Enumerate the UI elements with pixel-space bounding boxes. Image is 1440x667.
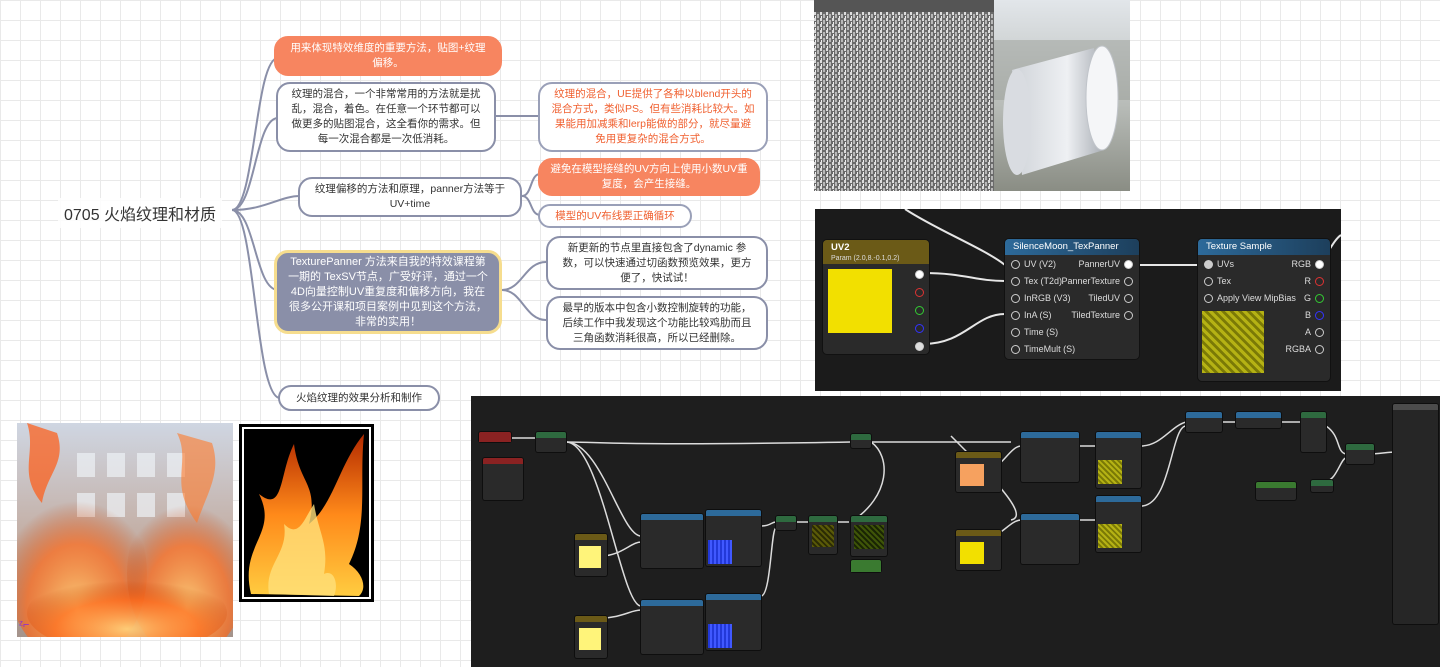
- ue-mini-node-material-output: [1393, 404, 1438, 624]
- ue-pin-tiledtexture: TiledTexture: [1071, 310, 1120, 320]
- ue-mini-node-param-d: [956, 530, 1001, 570]
- ue-node-texture-sample-title: Texture Sample: [1198, 239, 1330, 255]
- ue-mini-node-panner-a: [641, 514, 703, 568]
- ue-pin-pannerUV: PannerUV: [1078, 259, 1120, 269]
- ue-pin-uvs: UVs: [1217, 259, 1235, 269]
- ue-mini-node-add: [776, 516, 796, 530]
- mindmap-child-dynamic-params[interactable]: 新更新的节点里直接包含了dynamic 参数，可以快速通过切函数预览效果，更方便…: [546, 236, 768, 290]
- ue-pin-tex2: Tex: [1217, 276, 1232, 286]
- ue-mini-node-clamp: [1346, 444, 1374, 464]
- ue-mini-node-power: [1301, 412, 1326, 452]
- ue-mini-node-multiply: [809, 516, 837, 554]
- ue-mini-node-texcoord: [479, 432, 511, 442]
- ue-node-uv2-swatch: [828, 269, 892, 333]
- mindmap-child-avoid-seams[interactable]: 避免在模型接缝的UV方向上使用小数UV重复度，会产生接缝。: [538, 158, 760, 196]
- ue-mini-node-texsample-c: [1096, 432, 1141, 488]
- ue-pin-tex: Tex (T2d): [1024, 276, 1063, 286]
- ue-pin-rgba: RGBA: [1285, 344, 1311, 354]
- ue-mini-node-texsample-b: [706, 594, 761, 650]
- mindmap-child-blend-modes[interactable]: 纹理的混合，UE提供了各种以blend开头的混合方式，类似PS。但有些消耗比较大…: [538, 82, 768, 152]
- ue-mini-node-dynamic-param: [483, 458, 523, 500]
- ue-pin-timemult: TimeMult (S): [1024, 344, 1076, 354]
- ue-mini-node-panner-d: [1021, 514, 1079, 564]
- ue-node-uv2-param[interactable]: UV2 Param (2.0,8.-0.1,0.2): [823, 240, 929, 354]
- ue-mini-node-panner-b: [641, 600, 703, 654]
- fire-texture-image: [239, 424, 374, 602]
- ue-pin-b: B: [1304, 310, 1311, 320]
- mindmap-child-rotation-removed[interactable]: 最早的版本中包含小数控制旋转的功能，后续工作中我发现这个功能比较鸡肋而且三角函数…: [546, 296, 768, 350]
- mindmap-branch-texture-panner[interactable]: TexturePanner 方法来自我的特效课程第一期的 TexSV节点，广受好…: [274, 250, 502, 334]
- ue-mini-node-texsample-a: [706, 510, 761, 566]
- ue-mini-node-reroute: [851, 434, 871, 448]
- ue-pin-a: A: [1304, 327, 1311, 337]
- ue-pin-rgb: RGB: [1291, 259, 1311, 269]
- mindmap-branch-fire-texture[interactable]: 火焰纹理的效果分析和制作: [278, 385, 440, 411]
- ue-pin-g: G: [1303, 293, 1311, 303]
- axis-gizmo-icon: ᶻ⌐: [19, 619, 30, 631]
- ue-mini-node-particle-color: [1256, 482, 1296, 500]
- ue-material-graph-panel: [471, 396, 1440, 667]
- ue-node-uv2-subtitle: Param (2.0,8.-0.1,0.2): [831, 255, 900, 262]
- ue-pin-uv: UV (V2): [1024, 259, 1057, 269]
- ue-mini-node-multiply-2: [1311, 480, 1333, 492]
- ue-pin-tiledUV: TiledUV: [1088, 293, 1120, 303]
- ue-mini-node-const: [851, 560, 881, 572]
- mindmap-root-title[interactable]: 0705 火焰纹理和材质: [58, 198, 223, 228]
- mindmap-branch-texture-offset[interactable]: 用来体现特效维度的重要方法，贴图+纹理偏移。: [274, 36, 502, 76]
- ue-mini-node-breakout: [1236, 412, 1281, 428]
- fire-effect-photo: ᶻ⌐: [17, 423, 233, 637]
- ue-node-texpanner[interactable]: SilenceMoon_TexPanner UV (V2) Tex (T2d) …: [1005, 239, 1139, 359]
- ue-mini-node-blend: [1186, 412, 1222, 432]
- ue-pin-ina: InA (S): [1024, 310, 1052, 320]
- ue-node-texpanner-title: SilenceMoon_TexPanner: [1005, 239, 1139, 255]
- ue-pin-pannertexture: PannerTexture: [1061, 276, 1120, 286]
- ue-node-texture-sample[interactable]: Texture Sample UVs Tex Apply View MipBia…: [1198, 239, 1330, 381]
- ue-panner-graph-panel: UV2 Param (2.0,8.-0.1,0.2) SilenceMoon_T…: [815, 209, 1341, 391]
- ue-mini-node-param-a: [575, 534, 607, 576]
- ue-node-uv2-title: UV2: [831, 242, 850, 253]
- ue-texture-thumbnail: [1202, 311, 1264, 373]
- viewport-preview-image: [814, 0, 1130, 191]
- ue-pin-time: Time (S): [1024, 327, 1059, 337]
- mindmap-child-uv-layout[interactable]: 模型的UV布线要正确循环: [538, 204, 692, 228]
- ue-pin-r: R: [1304, 276, 1312, 286]
- mindmap-branch-panner[interactable]: 纹理偏移的方法和原理，panner方法等于UV+time: [298, 177, 522, 217]
- ue-mini-node-param-b: [575, 616, 607, 658]
- mindmap-branch-texture-blend[interactable]: 纹理的混合，一个非常常用的方法就是扰乱，混合，着色。在任意一个环节都可以做更多的…: [276, 82, 496, 152]
- ue-mini-node-lerp: [851, 516, 887, 556]
- ue-mini-node-mask: [536, 432, 566, 452]
- ue-mini-node-texsample-d: [1096, 496, 1141, 552]
- ue-mini-node-param-c: [956, 452, 1001, 492]
- ue-mini-node-panner-c: [1021, 432, 1079, 482]
- ue-pin-mipbias: Apply View MipBias: [1217, 293, 1296, 303]
- ue-pin-inrgb: InRGB (V3): [1024, 293, 1071, 303]
